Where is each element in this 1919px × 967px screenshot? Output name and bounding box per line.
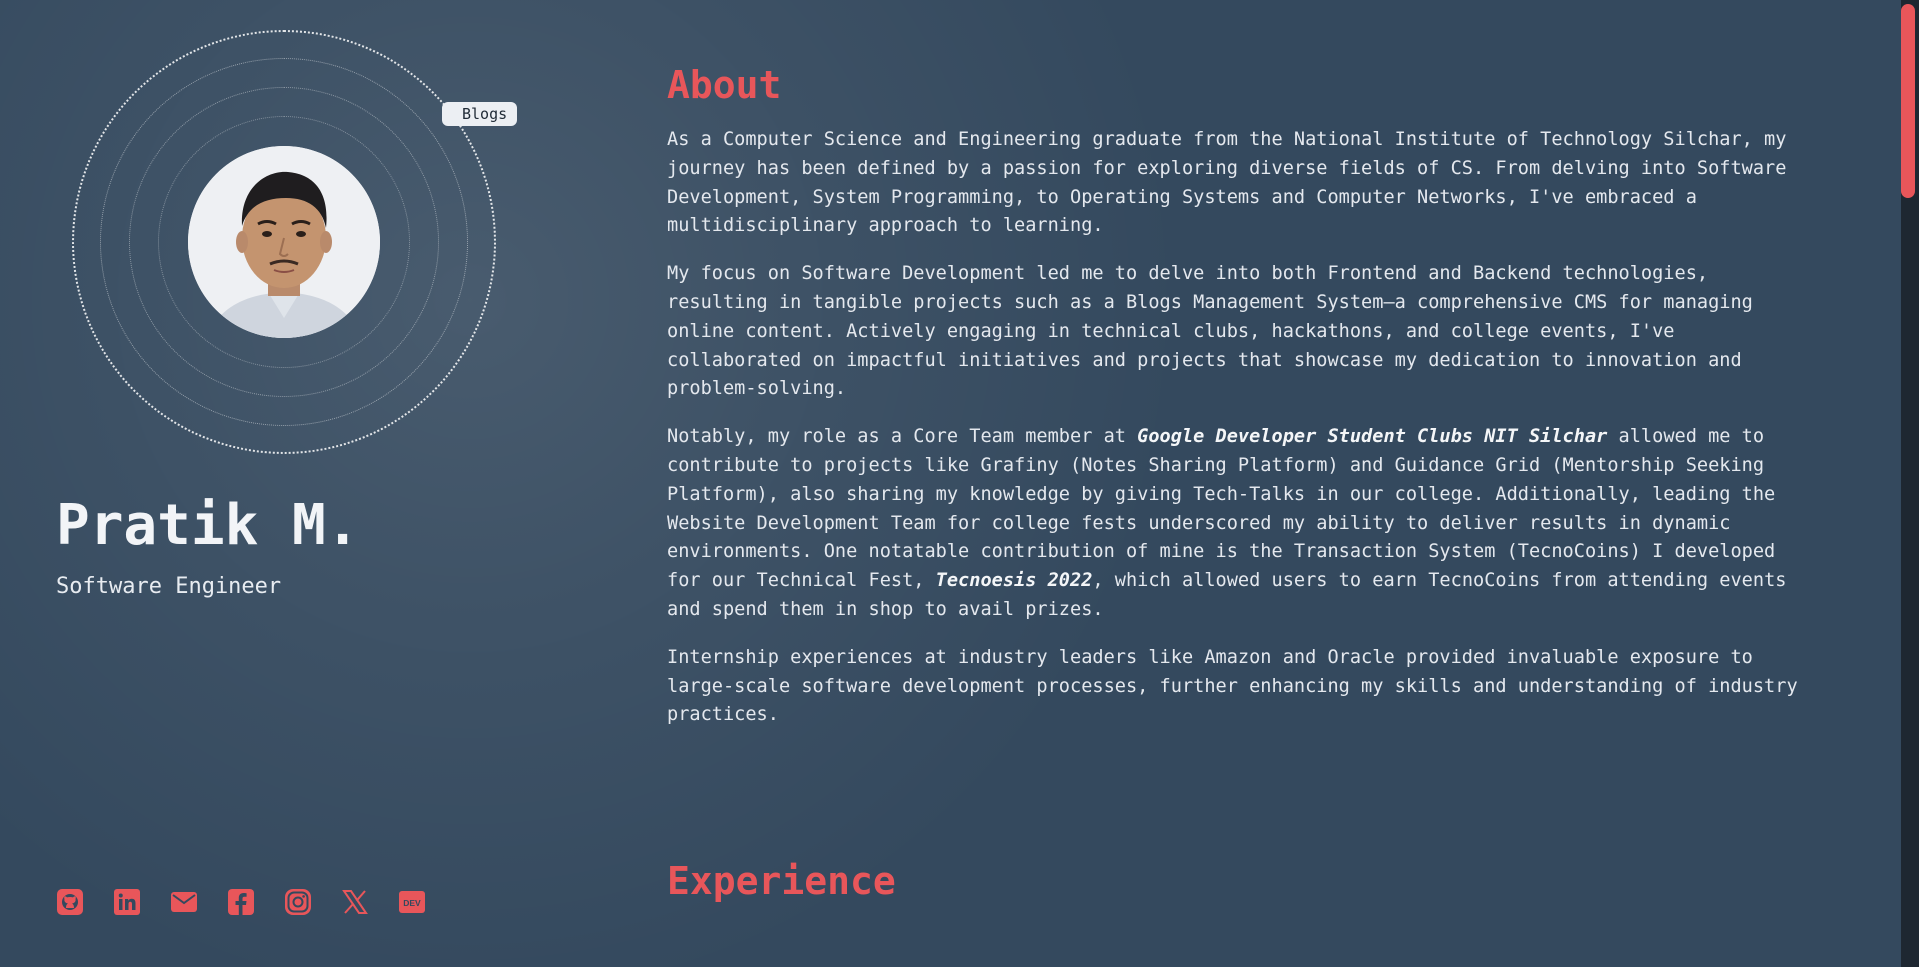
linkedin-link[interactable]	[113, 888, 141, 916]
about-paragraph-4: Internship experiences at industry leade…	[667, 646, 1798, 726]
social-links: DEV	[56, 888, 426, 916]
dev-icon: DEV	[399, 891, 425, 913]
avatar-portrait-icon	[188, 146, 380, 338]
page: Blogs Pratik M. Software Engineer DEV Ab…	[0, 0, 1919, 967]
github-icon	[57, 889, 83, 915]
github-link[interactable]	[56, 888, 84, 916]
profile-name: Pratik M.	[56, 493, 360, 558]
email-link[interactable]	[170, 888, 198, 916]
about-p3-text: allowed me to contribute to projects lik…	[667, 426, 1776, 592]
about-section: About As a Computer Science and Engineer…	[667, 60, 1817, 730]
tecnoesis-emphasis: Tecnoesis 2022	[935, 570, 1093, 592]
profile-panel: Blogs Pratik M. Software Engineer DEV	[0, 0, 620, 967]
blogs-orbit-tag[interactable]: Blogs	[442, 102, 518, 126]
linkedin-icon	[114, 889, 140, 915]
instagram-link[interactable]	[284, 888, 312, 916]
instagram-icon	[285, 889, 311, 915]
about-title: About	[667, 63, 782, 107]
about-paragraph-2: My focus on Software Development led me …	[667, 263, 1753, 400]
main-content: About As a Computer Science and Engineer…	[667, 60, 1817, 749]
experience-title: Experience	[667, 859, 896, 903]
dev-icon-label: DEV	[403, 898, 421, 908]
about-paragraph-1: As a Computer Science and Engineering gr…	[667, 129, 1787, 237]
about-paragraph-3: Notably, my role as a Core Team member a…	[667, 423, 1817, 625]
scrollbar-thumb[interactable]	[1901, 4, 1915, 198]
mail-icon	[171, 892, 197, 912]
dev-link[interactable]: DEV	[398, 888, 426, 916]
facebook-link[interactable]	[227, 888, 255, 916]
x-link[interactable]	[341, 888, 369, 916]
avatar	[188, 146, 380, 338]
profile-role: Software Engineer	[56, 574, 282, 599]
orbit-graphic: Blogs	[72, 30, 518, 454]
facebook-icon	[228, 889, 254, 915]
scrollbar[interactable]	[1891, 0, 1919, 967]
x-icon	[342, 890, 368, 914]
about-p3-text: Notably, my role as a Core Team member a…	[667, 426, 1138, 448]
gdsc-emphasis: Google Developer Student Clubs NIT Silch…	[1137, 426, 1608, 448]
